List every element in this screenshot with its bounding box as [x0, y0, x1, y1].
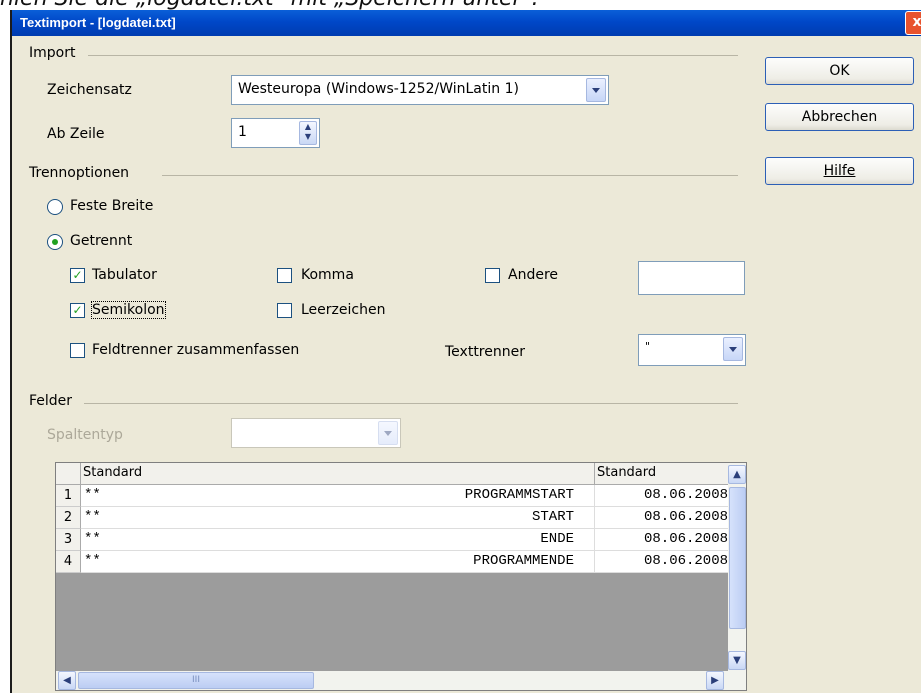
scroll-down-icon[interactable]: ▼ — [728, 651, 746, 670]
cell-right-text: PROGRAMMENDE — [473, 553, 574, 569]
cell-left-text: ** — [84, 487, 101, 503]
fixed-width-radio[interactable] — [47, 199, 63, 215]
scroll-grip-icon: III — [192, 675, 200, 685]
cell-left-text: ** — [84, 509, 101, 525]
import-group-divider — [88, 55, 738, 56]
cell-left-text: ** — [84, 553, 101, 569]
charset-combobox[interactable]: Westeuropa (Windows-1252/WinLatin 1) — [231, 75, 609, 105]
separator-group-divider — [162, 175, 738, 176]
cancel-button[interactable]: Abbrechen — [765, 103, 914, 131]
column-type-combobox — [231, 418, 401, 448]
charset-label: Zeichensatz — [47, 82, 132, 98]
merge-delimiters-label[interactable]: Feldtrenner zusammenfassen — [92, 342, 299, 358]
table-cell: ** PROGRAMMSTART — [81, 485, 595, 507]
table-cell: 08.06.2008 — [595, 529, 729, 551]
column-header-1[interactable]: Standard — [81, 463, 595, 485]
row-number: 1 — [56, 485, 81, 507]
title-bar[interactable]: Textimport - [logdatei.txt] x — [12, 10, 921, 36]
chevron-down-icon — [378, 421, 398, 445]
horizontal-scrollbar[interactable]: ◀ III ▶ — [56, 671, 746, 690]
other-checkbox[interactable] — [485, 268, 500, 283]
close-button[interactable]: x — [905, 11, 921, 35]
corner-cell — [56, 463, 81, 485]
text-delimiter-combobox[interactable]: " — [638, 334, 746, 366]
vertical-scrollbar[interactable]: ▲ ▼ — [728, 463, 746, 671]
other-label[interactable]: Andere — [508, 267, 558, 283]
separated-label[interactable]: Getrennt — [70, 233, 132, 249]
column-type-label: Spaltentyp — [47, 427, 123, 443]
cell-right-text: ENDE — [540, 531, 574, 547]
tab-checkbox[interactable]: ✓ — [70, 268, 85, 283]
dialog-title: Textimport - [logdatei.txt] — [20, 15, 176, 30]
chevron-down-icon[interactable] — [586, 78, 606, 102]
chevron-down-icon[interactable] — [723, 337, 743, 361]
table-cell: ** START — [81, 507, 595, 529]
preview-grid[interactable]: Standard Standard 1 ** PROGRAMMSTART 08.… — [55, 462, 747, 691]
row-number: 3 — [56, 529, 81, 551]
table-cell: ** PROGRAMMENDE — [81, 551, 595, 573]
text-import-dialog: Textimport - [logdatei.txt] x OK Abbrech… — [10, 10, 921, 693]
fields-group-divider — [84, 403, 738, 404]
from-row-value: 1 — [238, 124, 247, 140]
help-button[interactable]: Hilfe — [765, 157, 914, 185]
separated-radio[interactable] — [47, 234, 63, 250]
row-number: 2 — [56, 507, 81, 529]
table-cell: 08.06.2008 — [595, 551, 729, 573]
fields-group-label: Felder — [29, 393, 73, 409]
row-number: 4 — [56, 551, 81, 573]
ok-button[interactable]: OK — [765, 57, 914, 85]
separator-group-label: Trennoptionen — [29, 165, 130, 181]
from-row-label: Ab Zeile — [47, 126, 105, 142]
table-cell: 08.06.2008 — [595, 507, 729, 529]
text-delimiter-value: " — [645, 340, 651, 353]
scroll-right-icon[interactable]: ▶ — [706, 671, 724, 690]
column-header-2[interactable]: Standard — [595, 463, 729, 485]
text-delimiter-label: Texttrenner — [445, 344, 525, 360]
cell-right-text: START — [531, 509, 574, 525]
comma-checkbox[interactable] — [277, 268, 292, 283]
cell-left-text: ** — [84, 531, 101, 547]
scroll-up-icon[interactable]: ▲ — [728, 465, 746, 484]
from-row-spinner[interactable]: 1 ▲ ▼ — [231, 118, 320, 148]
merge-delimiters-checkbox[interactable] — [70, 343, 85, 358]
comma-label[interactable]: Komma — [301, 267, 354, 283]
spinner-arrows-icon[interactable]: ▲ ▼ — [299, 121, 317, 145]
scroll-left-icon[interactable]: ◀ — [58, 671, 76, 690]
table-cell: ** ENDE — [81, 529, 595, 551]
space-label[interactable]: Leerzeichen — [301, 302, 385, 318]
horizontal-scroll-thumb[interactable]: III — [78, 672, 314, 689]
cell-right-text: PROGRAMMSTART — [464, 487, 574, 503]
semicolon-checkbox[interactable]: ✓ — [70, 303, 85, 318]
other-separator-input[interactable] — [638, 261, 745, 295]
tab-label[interactable]: Tabulator — [92, 267, 157, 283]
charset-value: Westeuropa (Windows-1252/WinLatin 1) — [238, 81, 519, 97]
vertical-scroll-thumb[interactable] — [729, 487, 746, 629]
table-cell: 08.06.2008 — [595, 485, 729, 507]
semicolon-label[interactable]: Semikolon — [91, 301, 166, 319]
fixed-width-label[interactable]: Feste Breite — [70, 198, 153, 214]
space-checkbox[interactable] — [277, 303, 292, 318]
import-group-label: Import — [29, 45, 76, 61]
